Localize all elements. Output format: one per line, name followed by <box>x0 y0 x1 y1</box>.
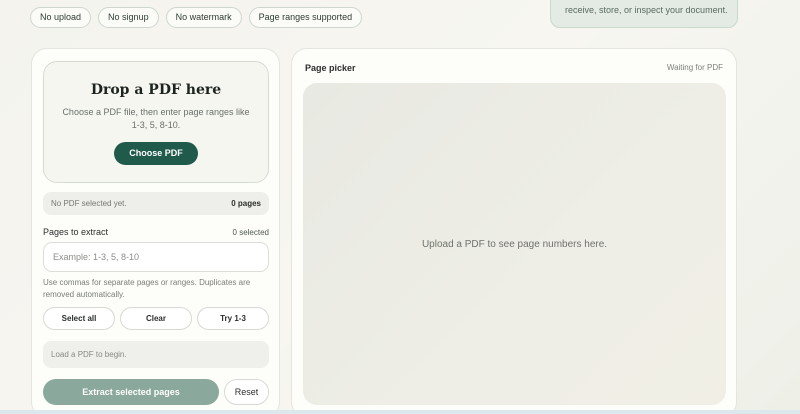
file-status: No PDF selected yet. 0 pages <box>43 192 269 215</box>
page-count: 0 pages <box>231 199 261 208</box>
pages-header: Pages to extract 0 selected <box>43 227 269 237</box>
page-picker-panel: Page picker Waiting for PDF Upload a PDF… <box>291 48 737 414</box>
pages-label: Pages to extract <box>43 227 109 237</box>
chip-no-signup: No signup <box>98 7 159 28</box>
bottom-strip <box>0 410 800 414</box>
clear-button[interactable]: Clear <box>120 307 192 330</box>
file-status-text: No PDF selected yet. <box>51 199 127 208</box>
chip-no-watermark: No watermark <box>165 7 242 28</box>
dropzone-title: Drop a PDF here <box>90 82 222 98</box>
page-picker-status: Waiting for PDF <box>666 63 723 72</box>
selected-count: 0 selected <box>232 228 269 237</box>
try-range-button[interactable]: Try 1-3 <box>197 307 269 330</box>
status-message: Load a PDF to begin. <box>43 341 269 368</box>
extract-pages-button[interactable]: Extract selected pages <box>43 379 219 405</box>
pdf-dropzone[interactable]: Drop a PDF here Choose a PDF file, then … <box>43 61 269 183</box>
select-all-button[interactable]: Select all <box>43 307 115 330</box>
dropzone-subtitle: Choose a PDF file, then enter page range… <box>62 107 250 130</box>
page-range-input[interactable] <box>43 242 269 272</box>
extract-panel: Drop a PDF here Choose a PDF file, then … <box>31 48 280 414</box>
reset-button[interactable]: Reset <box>224 379 269 405</box>
privacy-note: receive, store, or inspect your document… <box>550 0 738 28</box>
feature-chips: No upload No signup No watermark Page ra… <box>30 7 363 28</box>
privacy-note-text: receive, store, or inspect your document… <box>565 5 728 15</box>
chip-page-ranges: Page ranges supported <box>248 7 363 28</box>
page-grid-area: Upload a PDF to see page numbers here. <box>303 83 726 405</box>
page-picker-title: Page picker <box>305 63 356 73</box>
chip-no-upload: No upload <box>30 7 92 28</box>
selection-actions: Select all Clear Try 1-3 <box>43 307 269 330</box>
choose-pdf-button[interactable]: Choose PDF <box>114 142 198 165</box>
range-help-text: Use commas for separate pages or ranges.… <box>43 278 251 299</box>
page-picker-empty-text: Upload a PDF to see page numbers here. <box>421 238 608 250</box>
